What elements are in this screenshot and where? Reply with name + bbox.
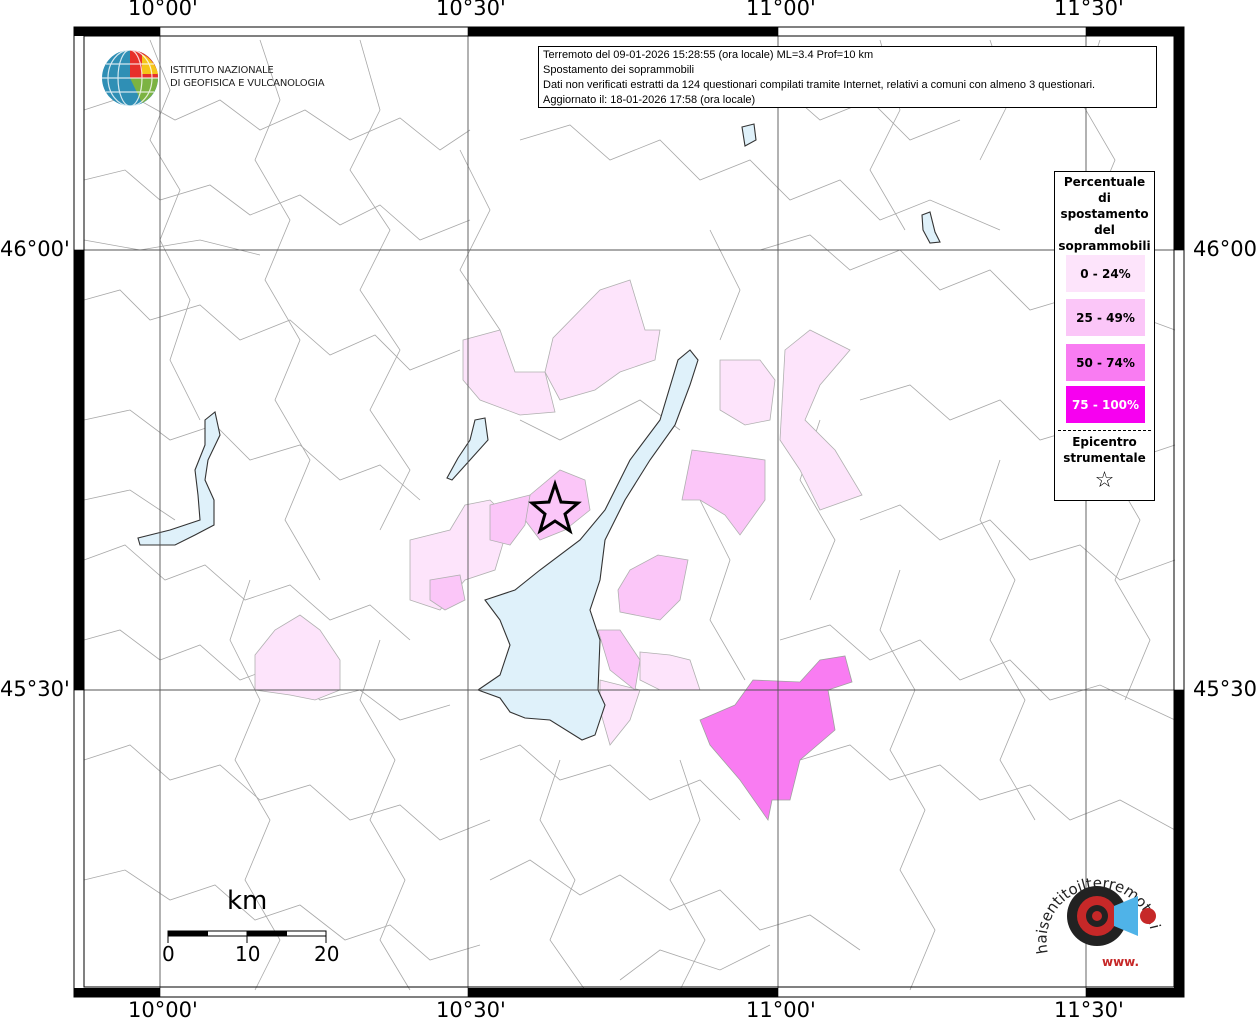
lat-label-left-2: 45°30' bbox=[0, 677, 70, 701]
lon-label-bottom-3: 11°00' bbox=[746, 998, 816, 1022]
lat-label-right-1: 46°00' bbox=[1193, 237, 1257, 261]
legend-title-line3: spostamento bbox=[1060, 207, 1149, 221]
lon-label-top-4: 11°30' bbox=[1054, 0, 1124, 20]
legend-title-line5: soprammobili bbox=[1058, 239, 1151, 253]
ingv-name-line1: ISTITUTO NAZIONALE bbox=[170, 65, 274, 76]
scale-tick-0: 0 bbox=[162, 942, 175, 966]
event-info-line3: Dati non verificati estratti da 124 ques… bbox=[543, 79, 1096, 91]
ingv-name-line2: DI GEOFISICA E VULCANOLOGIA bbox=[170, 78, 325, 89]
legend-swatch-25-49: 25 - 49% bbox=[1066, 299, 1145, 336]
ingv-name: ISTITUTO NAZIONALE DI GEOFISICA E VULCAN… bbox=[170, 64, 325, 90]
lat-label-right-2: 45°30' bbox=[1193, 677, 1257, 701]
hst-logo: haisentitoilterremoto.it www. bbox=[1027, 844, 1170, 983]
legend-swatch-0-24: 0 - 24% bbox=[1066, 255, 1145, 292]
legend-separator bbox=[1058, 430, 1151, 431]
lon-label-bottom-4: 11°30' bbox=[1054, 998, 1124, 1022]
legend: Percentuale di spostamento del soprammob… bbox=[1054, 171, 1155, 501]
legend-title-line2: di bbox=[1098, 191, 1111, 205]
legend-epicenter-line2: strumentale bbox=[1063, 451, 1146, 465]
lon-label-top-1: 10°00' bbox=[128, 0, 198, 20]
legend-swatch-75-100: 75 - 100% bbox=[1066, 386, 1145, 423]
legend-epicenter-line1: Epicentro bbox=[1072, 435, 1137, 449]
lat-label-left-1: 46°00' bbox=[0, 237, 70, 261]
legend-star-icon: ☆ bbox=[1094, 468, 1115, 493]
ingv-globe-icon bbox=[100, 48, 162, 113]
scale-unit: km bbox=[227, 886, 268, 916]
legend-title-line1: Percentuale bbox=[1063, 175, 1146, 189]
hst-logo-prefix: www. bbox=[1102, 955, 1139, 969]
event-info-line1: Terremoto del 09-01-2026 15:28:55 (ora l… bbox=[543, 49, 874, 61]
scale-tick-10: 10 bbox=[235, 942, 261, 966]
scale-tick-20: 20 bbox=[314, 942, 340, 966]
event-info-line2: Spostamento dei soprammobili bbox=[543, 64, 695, 76]
legend-title-line4: del bbox=[1094, 223, 1115, 237]
lon-label-top-2: 10°30' bbox=[436, 0, 506, 20]
legend-title: Percentuale di spostamento del soprammob… bbox=[1055, 172, 1154, 254]
lon-label-bottom-2: 10°30' bbox=[436, 998, 506, 1022]
lon-label-top-3: 11°00' bbox=[746, 0, 816, 20]
legend-epicenter-label: Epicentro strumentale bbox=[1055, 434, 1154, 466]
legend-swatch-50-74: 50 - 74% bbox=[1066, 344, 1145, 381]
lon-label-bottom-1: 10°00' bbox=[128, 998, 198, 1022]
event-info-box: Terremoto del 09-01-2026 15:28:55 (ora l… bbox=[538, 46, 1157, 108]
event-info-line4: Aggiornato il: 18-01-2026 17:58 (ora loc… bbox=[543, 94, 756, 106]
